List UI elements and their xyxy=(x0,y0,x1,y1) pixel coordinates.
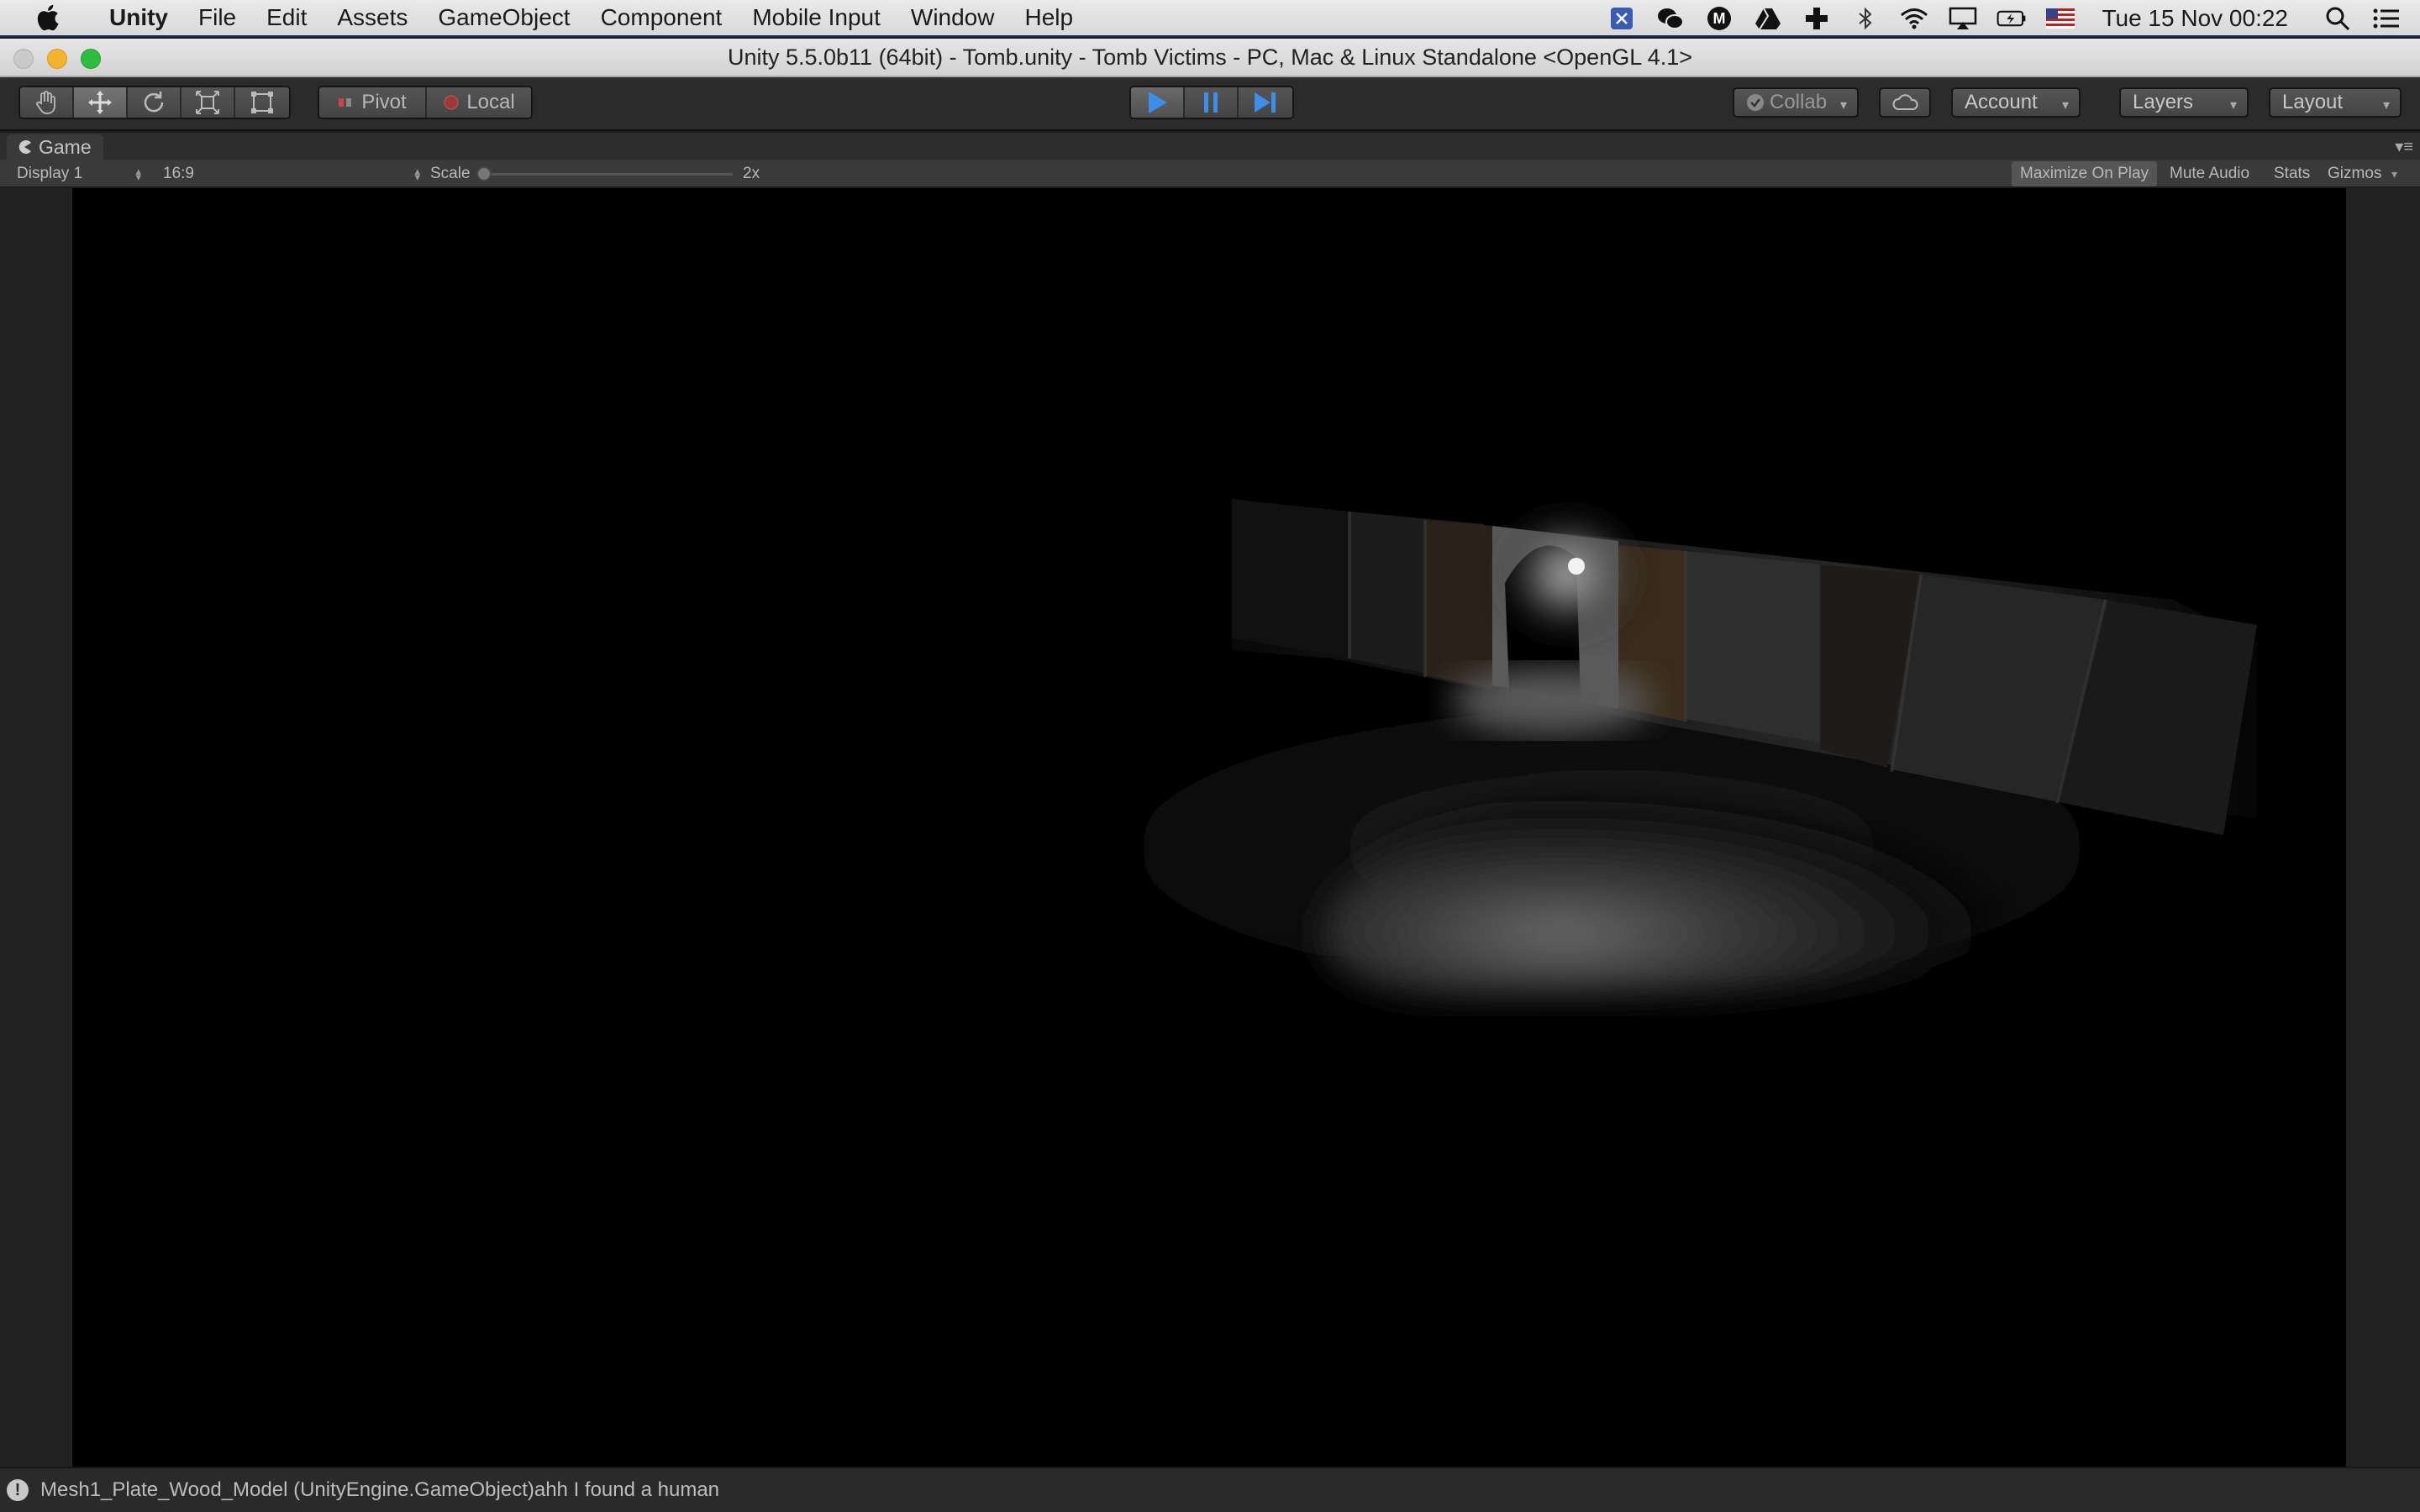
info-icon: ! xyxy=(7,1479,29,1501)
stats-toggle[interactable]: Stats xyxy=(2265,161,2318,186)
layers-dropdown[interactable]: Layers ▾ xyxy=(2119,87,2249,118)
layout-dropdown[interactable]: Layout ▾ xyxy=(2269,87,2402,118)
scale-label: Scale xyxy=(430,165,471,182)
game-viewport[interactable] xyxy=(72,188,2346,1467)
gizmos-dropdown-icon[interactable]: ▾ xyxy=(2391,160,2397,188)
local-toggle-button[interactable]: Local xyxy=(427,87,531,118)
spotlight-search-icon[interactable] xyxy=(2323,3,2353,34)
play-button[interactable] xyxy=(1131,87,1185,118)
menu-file[interactable]: File xyxy=(183,0,251,36)
caret-down-icon: ▾ xyxy=(2229,98,2237,113)
rotate-icon xyxy=(144,92,164,113)
account-dropdown[interactable]: Account ▾ xyxy=(1951,87,2081,118)
menu-app-unity[interactable]: Unity xyxy=(94,0,183,36)
caret-down-icon: ▾ xyxy=(2382,98,2390,113)
bluetooth-network-icon[interactable] xyxy=(1607,3,1637,34)
rect-tool-button[interactable] xyxy=(235,87,289,118)
aspect-ratio-select[interactable]: 16:9 ▴ ▾ xyxy=(163,160,420,188)
menu-component[interactable]: Component xyxy=(586,0,738,36)
scale-icon xyxy=(196,91,219,114)
m-app-icon[interactable]: M xyxy=(1704,3,1734,34)
tab-game[interactable]: Game xyxy=(7,134,103,160)
maximize-on-play-toggle[interactable]: Maximize On Play xyxy=(2012,161,2158,186)
window-minimize-button[interactable] xyxy=(47,49,67,69)
collab-label: Collab xyxy=(1770,91,1828,113)
layers-label: Layers xyxy=(2133,91,2194,113)
local-label: Local xyxy=(466,91,515,113)
notification-center-icon[interactable] xyxy=(2371,3,2402,34)
pause-button[interactable] xyxy=(1185,87,1239,118)
wechat-icon[interactable] xyxy=(1655,3,1686,34)
airplay-icon[interactable] xyxy=(1948,3,1978,34)
window-title-bar: Unity 5.5.0b11 (64bit) - Tomb.unity - To… xyxy=(0,39,2420,77)
play-icon xyxy=(1149,92,1167,113)
transform-tools xyxy=(18,86,291,119)
menu-edit[interactable]: Edit xyxy=(251,0,322,36)
apple-icon[interactable] xyxy=(30,1,64,34)
menu-window[interactable]: Window xyxy=(896,0,1010,36)
svg-text:M: M xyxy=(1713,10,1726,27)
rect-transform-icon xyxy=(251,92,273,113)
pivot-icon xyxy=(339,98,352,107)
menu-clock[interactable]: Tue 15 Nov 00:22 xyxy=(2102,5,2288,32)
game-view-controls: Display 1 ▴ ▾ 16:9 ▴ ▾ Scale 2x Maximize O… xyxy=(0,160,2420,188)
scale-slider-thumb[interactable] xyxy=(476,166,492,181)
macos-menu-bar: Unity File Edit Assets GameObject Compon… xyxy=(0,0,2420,37)
aspect-label: 16:9 xyxy=(163,165,194,182)
window-close-button[interactable] xyxy=(13,49,34,69)
bluetooth-icon[interactable] xyxy=(1850,3,1881,34)
pause-icon xyxy=(1204,92,1218,113)
menu-mobile-input[interactable]: Mobile Input xyxy=(737,0,896,36)
cloud-icon xyxy=(1892,94,1918,110)
window-zoom-button[interactable] xyxy=(81,49,101,69)
updown-arrows-icon: ▴ ▾ xyxy=(414,165,420,183)
display-label: Display 1 xyxy=(17,165,83,182)
caret-down-icon: ▾ xyxy=(2061,98,2069,113)
local-cube-icon xyxy=(444,95,459,110)
hand-tool-button[interactable] xyxy=(20,87,74,118)
scale-tool-button[interactable] xyxy=(182,87,235,118)
pivot-toggle-button[interactable]: Pivot xyxy=(319,87,427,118)
display-select[interactable]: Display 1 ▴ ▾ xyxy=(17,160,141,188)
gizmos-toggle[interactable]: Gizmos xyxy=(2319,161,2390,186)
window-title: Unity 5.5.0b11 (64bit) - Tomb.unity - To… xyxy=(727,44,1693,70)
step-icon xyxy=(1255,92,1276,113)
menu-help[interactable]: Help xyxy=(1009,0,1088,36)
unity-toolbar: Pivot Local Collab ▾ Account ▾ Layers ▾ xyxy=(0,77,2420,131)
pivot-local-group: Pivot Local xyxy=(318,86,533,119)
game-tab-row: Game ▾≡ xyxy=(0,133,2420,160)
menu-gameobject[interactable]: GameObject xyxy=(423,0,585,36)
plus-cross-icon[interactable] xyxy=(1802,3,1832,34)
step-button[interactable] xyxy=(1239,87,1292,118)
account-label: Account xyxy=(1965,91,2038,113)
us-flag-icon[interactable] xyxy=(2045,3,2075,34)
move-tool-button[interactable] xyxy=(74,87,128,118)
hand-icon xyxy=(36,91,55,114)
mute-audio-toggle[interactable]: Mute Audio xyxy=(2161,161,2258,186)
tab-game-label: Game xyxy=(39,135,92,158)
menu-assets[interactable]: Assets xyxy=(322,0,423,36)
rotate-tool-button[interactable] xyxy=(128,87,182,118)
move-arrows-icon xyxy=(88,91,112,114)
updown-arrows-icon: ▴ ▾ xyxy=(135,165,141,183)
play-controls xyxy=(1129,86,1294,119)
scale-value: 2x xyxy=(743,165,760,182)
pivot-label: Pivot xyxy=(361,91,407,113)
wifi-icon[interactable] xyxy=(1899,3,1929,34)
console-status-bar[interactable]: ! Mesh1_Plate_Wood_Model (UnityEngine.Ga… xyxy=(0,1467,2420,1512)
console-last-message: Mesh1_Plate_Wood_Model (UnityEngine.Game… xyxy=(40,1478,720,1501)
caret-down-icon: ▾ xyxy=(1839,98,1847,113)
collab-dropdown[interactable]: Collab ▾ xyxy=(1733,87,1859,118)
scale-slider-track[interactable] xyxy=(484,173,733,176)
battery-charging-icon[interactable] xyxy=(1996,3,2027,34)
tomb-scene-render xyxy=(72,188,2346,1467)
checkmark-icon xyxy=(1747,94,1764,111)
google-drive-icon[interactable] xyxy=(1753,3,1783,34)
cloud-services-button[interactable] xyxy=(1879,87,1931,118)
pacman-game-icon xyxy=(18,140,31,154)
tab-menu-icon[interactable]: ▾≡ xyxy=(2395,136,2413,157)
layout-label: Layout xyxy=(2282,91,2344,113)
